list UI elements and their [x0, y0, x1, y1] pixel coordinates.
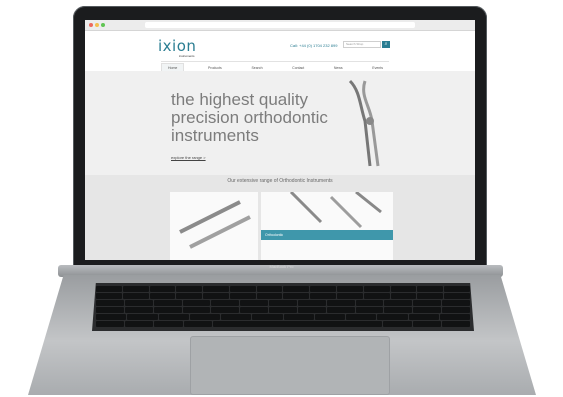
- site-logo-subtitle: instruments: [179, 54, 195, 58]
- address-bar[interactable]: [145, 22, 415, 28]
- card-label: Orthodontic: [261, 230, 393, 240]
- phone-number[interactable]: Call: +44 (0) 1704 232 899: [290, 43, 337, 48]
- range-title: Our extensive range of Orthodontic Instr…: [227, 178, 333, 184]
- plier-icon: [289, 192, 382, 229]
- minimize-window-button[interactable]: [95, 23, 99, 27]
- maximize-window-button[interactable]: [101, 23, 105, 27]
- hero-banner: the highest quality precision orthodonti…: [85, 71, 475, 175]
- explore-range-link[interactable]: explore the range >: [171, 155, 206, 160]
- plier-icon: [348, 79, 380, 167]
- close-window-button[interactable]: [89, 23, 93, 27]
- browser-chrome: [85, 20, 475, 31]
- plier-icon: [179, 200, 251, 249]
- device-label: MacBook Pro: [269, 264, 294, 269]
- search-button[interactable]: ⌕: [382, 41, 390, 48]
- hero-heading-line-3: instruments: [171, 126, 259, 145]
- hero-heading-line-1: the highest quality: [171, 90, 309, 109]
- touchpad[interactable]: [190, 336, 390, 395]
- hero-heading-line-2: precision orthodontic: [171, 108, 328, 127]
- search-icon: ⌕: [384, 41, 388, 47]
- site-header: ixion instruments Call: +44 (0) 1704 232…: [85, 31, 475, 73]
- search-input[interactable]: Search Shop: [343, 41, 381, 48]
- site-logo[interactable]: ixion: [158, 37, 196, 55]
- product-card[interactable]: [170, 192, 258, 260]
- keyboard-keys: [96, 286, 471, 328]
- laptop-screen: ixion instruments Call: +44 (0) 1704 232…: [85, 20, 475, 260]
- product-card-orthodontic[interactable]: Orthodontic: [261, 192, 393, 260]
